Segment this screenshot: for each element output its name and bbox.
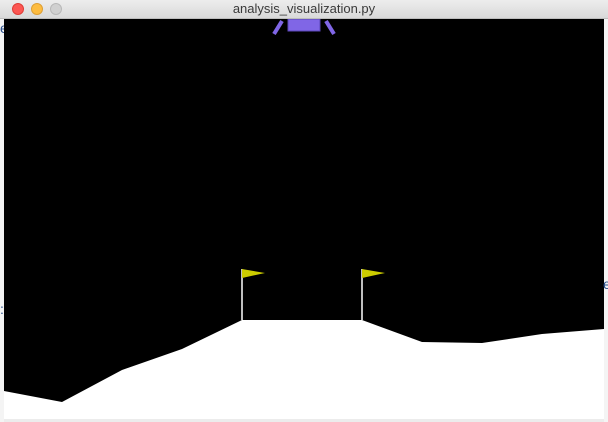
app-window: analysis_visualization.py e : e [0, 0, 608, 422]
background-text-fragment: e [603, 276, 608, 292]
window-title: analysis_visualization.py [232, 1, 376, 16]
right-window-edge: e [603, 19, 608, 422]
title-bar[interactable]: analysis_visualization.py [0, 0, 608, 19]
lunar-lander-scene [4, 19, 604, 419]
game-canvas[interactable] [4, 19, 604, 419]
lander-body [287, 19, 321, 32]
